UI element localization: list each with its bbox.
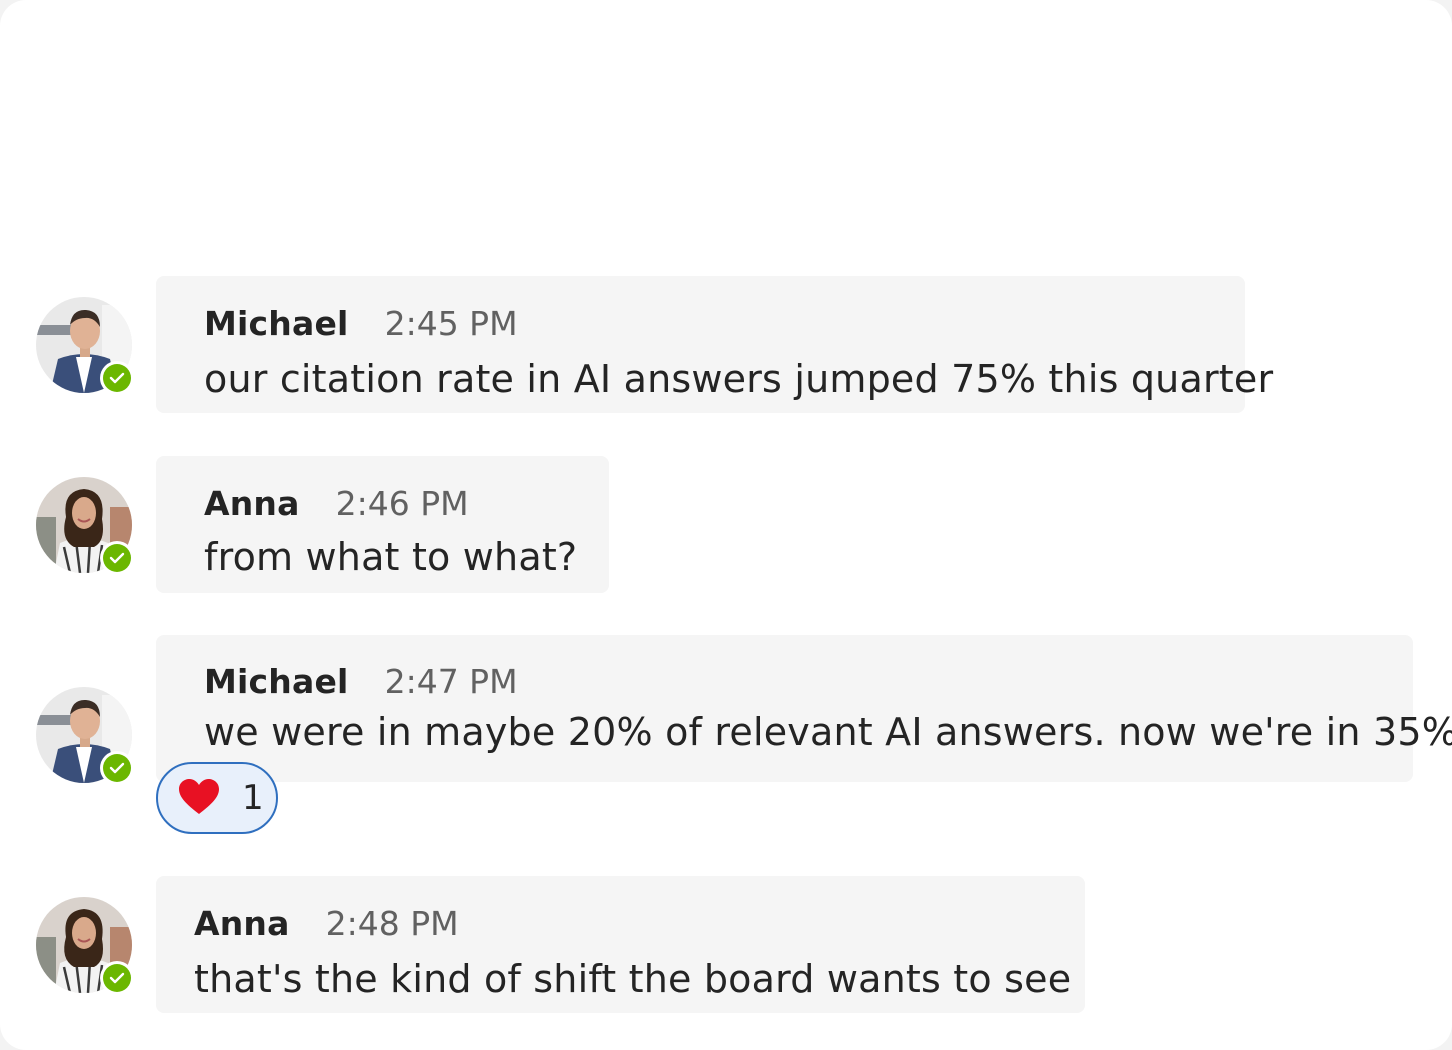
message-bubble[interactable]: Michael 2:47 PM we were in maybe 20% of r… bbox=[156, 635, 1452, 782]
message-timestamp: 2:47 PM bbox=[384, 662, 518, 701]
message-header: Michael 2:45 PM bbox=[204, 304, 518, 350]
chat-window: Michael 2:45 PM our citation rate in AI a… bbox=[0, 0, 1452, 1050]
reaction-count: 1 bbox=[242, 778, 264, 818]
author-name[interactable]: Michael bbox=[204, 662, 349, 701]
message-header: Anna 2:46 PM bbox=[204, 484, 469, 530]
available-status-icon bbox=[103, 964, 131, 992]
presence-badge bbox=[100, 361, 134, 395]
heart-icon bbox=[179, 779, 219, 814]
message-timestamp: 2:48 PM bbox=[325, 904, 459, 943]
message-timestamp: 2:45 PM bbox=[384, 304, 518, 343]
message-text: we were in maybe 20% of relevant AI answ… bbox=[204, 710, 1452, 754]
message-text: from what to what? bbox=[204, 535, 578, 579]
author-name[interactable]: Anna bbox=[194, 904, 290, 943]
message-text: that's the kind of shift the board wants… bbox=[194, 957, 1072, 1001]
presence-badge bbox=[100, 541, 134, 575]
message-timestamp: 2:46 PM bbox=[335, 484, 469, 523]
heart-reaction-button[interactable]: 1 bbox=[156, 762, 278, 834]
message-bubble[interactable]: Anna 2:48 PM that's the kind of shift the… bbox=[156, 876, 1085, 1013]
message-bubble[interactable]: Michael 2:45 PM our citation rate in AI a… bbox=[156, 276, 1273, 413]
author-name[interactable]: Michael bbox=[204, 304, 349, 343]
presence-badge bbox=[100, 751, 134, 785]
author-name[interactable]: Anna bbox=[204, 484, 300, 523]
message-text: our citation rate in AI answers jumped 7… bbox=[204, 357, 1274, 401]
message-header: Anna 2:48 PM bbox=[194, 904, 459, 950]
message-header: Michael 2:47 PM bbox=[204, 662, 518, 708]
available-status-icon bbox=[103, 754, 131, 782]
available-status-icon bbox=[103, 364, 131, 392]
message-bubble[interactable]: Anna 2:46 PM from what to what? bbox=[156, 456, 609, 593]
available-status-icon bbox=[103, 544, 131, 572]
presence-badge bbox=[100, 961, 134, 995]
